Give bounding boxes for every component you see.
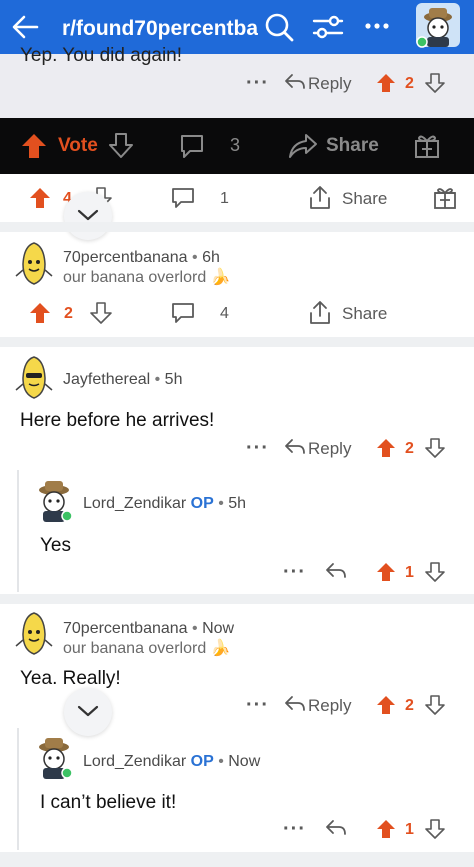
username-text[interactable]: Jayfethereal	[63, 371, 150, 388]
user-flair: our banana overlord 🍌	[63, 640, 231, 657]
thread-line	[17, 728, 19, 850]
more-actions-dots[interactable]: ···	[283, 561, 306, 584]
comment-username[interactable]: Jayfethereal • 5h	[63, 371, 182, 389]
upvote-arrow-icon[interactable]	[375, 694, 397, 716]
gift-award-icon[interactable]	[432, 185, 458, 211]
comment-timestamp: Now	[228, 753, 261, 770]
profile-avatar-icon[interactable]	[414, 1, 462, 49]
more-options-icon[interactable]	[364, 21, 390, 31]
share-button[interactable]: Share	[326, 135, 379, 157]
upvote-arrow-icon[interactable]	[375, 72, 397, 94]
vote-count: 2	[405, 75, 414, 92]
more-actions-dots[interactable]: ···	[283, 818, 306, 841]
downvote-arrow-icon[interactable]	[424, 72, 446, 94]
username-text[interactable]: Lord_Zendikar	[83, 753, 186, 770]
separator	[0, 594, 474, 604]
downvote-arrow-icon[interactable]	[424, 561, 446, 583]
downvote-arrow-icon[interactable]	[424, 818, 446, 840]
op-badge: OP	[190, 753, 214, 770]
comment-timestamp: 5h	[228, 495, 247, 512]
user-flair: our banana overlord 🍌	[63, 269, 231, 286]
vote-count: 2	[405, 440, 414, 457]
reply-icon[interactable]	[284, 437, 306, 457]
parent-comment-text: Yep. You did again!	[20, 45, 183, 66]
collapse-thread-button[interactable]	[64, 192, 112, 240]
comment-count: 1	[220, 190, 229, 207]
comment-bubble-icon[interactable]	[170, 186, 196, 210]
chevron-down-icon	[77, 705, 99, 717]
post-action-bar: Vote 3 Share	[0, 118, 474, 174]
vote-label[interactable]: Vote	[58, 135, 98, 157]
upvote-arrow-icon[interactable]	[375, 818, 397, 840]
separator	[0, 222, 474, 232]
upvote-arrow-icon[interactable]	[375, 561, 397, 583]
thread-line	[17, 470, 19, 592]
back-arrow-icon[interactable]	[10, 12, 40, 42]
upvote-arrow-icon[interactable]	[20, 132, 48, 160]
reply-button[interactable]: Reply	[308, 74, 351, 94]
share-arrow-icon[interactable]	[288, 132, 318, 160]
vote-count: 2	[405, 697, 414, 714]
comment-bubble-icon[interactable]	[178, 132, 206, 160]
username-text[interactable]: Lord_Zendikar	[83, 495, 186, 512]
comment-timestamp: 6h	[202, 249, 220, 266]
comment-body: Here before he arrives!	[20, 410, 215, 431]
comment-bubble-icon[interactable]	[170, 301, 196, 325]
separator	[0, 852, 474, 867]
share-upload-icon[interactable]	[308, 300, 332, 326]
comment-body: Yea. Really!	[20, 668, 121, 689]
avatar[interactable]	[34, 478, 74, 524]
share-upload-icon[interactable]	[308, 185, 332, 211]
avatar[interactable]	[34, 735, 74, 781]
comment-username[interactable]: 70percentbanana • Now	[63, 620, 234, 638]
vote-count: 1	[405, 821, 414, 838]
reply-icon[interactable]	[284, 72, 306, 92]
reply-icon[interactable]	[325, 561, 347, 581]
reply-button[interactable]: Reply	[308, 439, 351, 459]
vote-count: 2	[64, 305, 73, 322]
more-actions-dots[interactable]: ···	[246, 694, 269, 717]
share-button[interactable]: Share	[342, 189, 387, 209]
upvote-arrow-icon[interactable]	[28, 186, 52, 210]
comment-username[interactable]: Lord_Zendikar OP • Now	[83, 753, 260, 771]
reply-button[interactable]: Reply	[308, 696, 351, 716]
vote-count: 1	[405, 564, 414, 581]
separator	[0, 337, 474, 347]
reply-icon[interactable]	[325, 818, 347, 838]
downvote-arrow-icon[interactable]	[424, 437, 446, 459]
comment-body: Yes	[40, 535, 71, 556]
op-badge: OP	[190, 495, 214, 512]
downvote-arrow-icon[interactable]	[424, 694, 446, 716]
downvote-arrow-icon[interactable]	[108, 132, 134, 160]
avatar[interactable]	[14, 240, 54, 288]
comment-count: 4	[220, 305, 229, 322]
upvote-arrow-icon[interactable]	[28, 301, 52, 325]
username-text[interactable]: 70percentbanana	[63, 620, 188, 637]
reply-icon[interactable]	[284, 694, 306, 714]
upvote-arrow-icon[interactable]	[375, 437, 397, 459]
search-icon[interactable]	[264, 12, 294, 42]
comment-timestamp: Now	[202, 620, 235, 637]
filter-sliders-icon[interactable]	[312, 12, 344, 42]
downvote-arrow-icon[interactable]	[89, 301, 113, 325]
more-actions-dots[interactable]: ···	[246, 72, 269, 95]
comment-timestamp: 5h	[164, 371, 183, 388]
comment-username[interactable]: Lord_Zendikar OP • 5h	[83, 495, 246, 513]
avatar[interactable]	[14, 354, 54, 402]
subreddit-title[interactable]: r/found70percentbanana	[62, 17, 258, 41]
comment-body: I can’t believe it!	[40, 792, 177, 813]
share-button[interactable]: Share	[342, 304, 387, 324]
collapse-thread-button[interactable]	[64, 688, 112, 736]
username-text[interactable]: 70percentbanana	[63, 249, 188, 266]
more-actions-dots[interactable]: ···	[246, 437, 269, 460]
gift-award-icon[interactable]	[413, 132, 441, 160]
comment-username[interactable]: 70percentbanana • 6h	[63, 249, 220, 267]
chevron-down-icon	[77, 209, 99, 221]
avatar[interactable]	[14, 610, 54, 658]
comment-count: 3	[230, 135, 241, 155]
